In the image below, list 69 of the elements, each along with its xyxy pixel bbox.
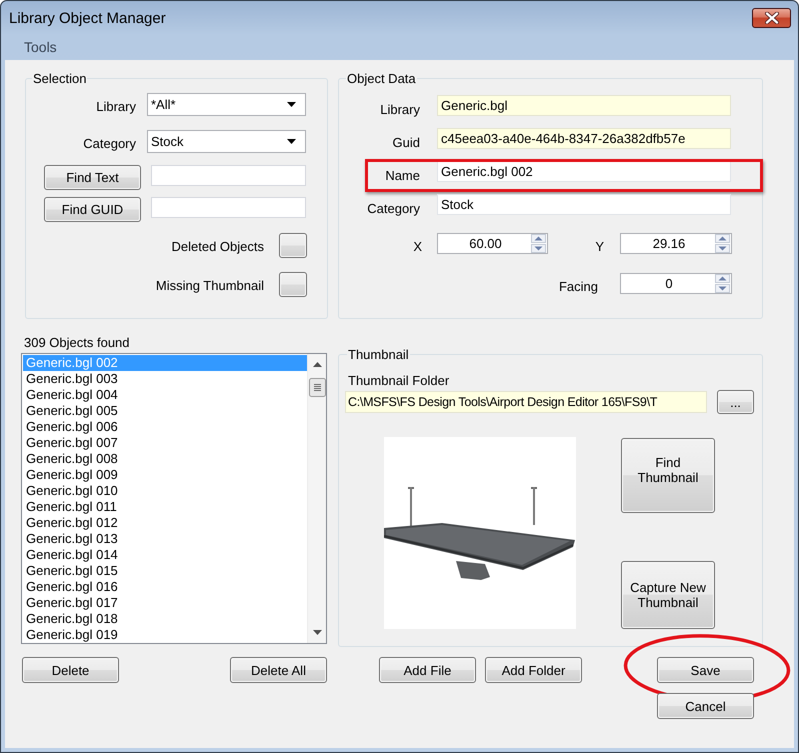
thumbnail-button[interactable]: Capture New Thumbnail [621, 561, 715, 629]
dropdown[interactable]: Stock [147, 130, 306, 153]
toggle-button[interactable] [279, 233, 307, 258]
caret-icon [287, 139, 296, 144]
result-count: 309 Objects found [23, 335, 131, 351]
list-item[interactable]: Generic.bgl 006 [23, 419, 307, 435]
text-field[interactable]: c45eea03-a40e-464b-8347-26a382dfb57e [437, 128, 731, 149]
list-item[interactable]: Generic.bgl 019 [23, 627, 307, 643]
text-field[interactable]: Generic.bgl [437, 95, 731, 116]
text-field[interactable]: Generic.bgl 002 [437, 161, 731, 182]
field-label: Category [82, 135, 136, 151]
scroll-down-arrow-icon[interactable] [312, 630, 322, 635]
list-item[interactable]: Generic.bgl 017 [23, 595, 307, 611]
browse-button[interactable]: ... [717, 390, 754, 414]
list-item[interactable]: Generic.bgl 009 [23, 467, 307, 483]
scrollbar-track[interactable] [307, 354, 326, 643]
close-icon [764, 12, 778, 24]
action-button[interactable]: Add Folder [485, 657, 582, 683]
scroll-up-arrow-icon[interactable] [312, 362, 322, 367]
field-label: Thumbnail Folder [347, 373, 450, 388]
group-title: Object Data [346, 71, 417, 86]
field-label: Library [95, 98, 136, 114]
field-label: Name [384, 167, 420, 183]
list-item[interactable]: Generic.bgl 003 [23, 371, 307, 387]
field-label: Category [366, 200, 420, 216]
list-item[interactable]: Generic.bgl 018 [23, 611, 307, 627]
option-label: Missing Thumbnail [156, 277, 264, 293]
action-button[interactable]: Save [657, 657, 754, 683]
option-label: Deleted Objects [172, 238, 264, 254]
window-title: Library Object Manager [9, 10, 166, 28]
number-spinner[interactable]: 60.00 [437, 233, 548, 254]
folder-path-field[interactable]: C:\MSFS\FS Design Tools\Airport Design Editor 165\FS9\T [345, 391, 707, 413]
object-list[interactable] [21, 353, 327, 644]
field-label: Y [594, 238, 604, 254]
text-input[interactable] [151, 197, 306, 218]
field-label: X [412, 238, 422, 254]
text-field[interactable]: Stock [437, 194, 731, 215]
list-action-button[interactable]: Delete [22, 657, 119, 683]
list-item[interactable]: Generic.bgl 011 [23, 499, 307, 515]
field-label: Library [379, 101, 420, 117]
list-item[interactable]: Generic.bgl 004 [23, 387, 307, 403]
list-item[interactable]: Generic.bgl 012 [23, 515, 307, 531]
list-item[interactable]: Generic.bgl 008 [23, 451, 307, 467]
toggle-button[interactable] [279, 272, 307, 297]
list-item[interactable]: Generic.bgl 005 [23, 403, 307, 419]
field-label: Facing [558, 278, 598, 294]
action-button[interactable]: Cancel [657, 693, 754, 719]
field-label: Guid [392, 134, 420, 150]
dropdown[interactable]: *All* [147, 93, 306, 116]
scrollbar-thumb[interactable] [308, 378, 326, 397]
thumbnail-button[interactable]: Find Thumbnail [621, 438, 715, 513]
list-item[interactable]: Generic.bgl 007 [23, 435, 307, 451]
text-input[interactable] [151, 165, 306, 186]
group-title: Selection [32, 71, 88, 86]
list-item[interactable]: Generic.bgl 010 [23, 483, 307, 499]
list-item[interactable]: Generic.bgl 014 [23, 547, 307, 563]
find-button[interactable]: Find Text [44, 165, 141, 190]
list-action-button[interactable]: Delete All [230, 657, 327, 683]
number-spinner[interactable]: 29.16 [620, 233, 732, 254]
list-item[interactable]: Generic.bgl 015 [23, 563, 307, 579]
find-button[interactable]: Find GUID [44, 197, 141, 222]
action-button[interactable]: Add File [379, 657, 476, 683]
close-button[interactable] [752, 8, 791, 28]
group-title: Thumbnail [347, 347, 410, 362]
list-item[interactable]: Generic.bgl 013 [23, 531, 307, 547]
number-spinner[interactable]: 0 [620, 273, 732, 294]
caret-icon [287, 102, 296, 107]
menu-item[interactable]: Tools [20, 39, 61, 56]
list-item[interactable]: Generic.bgl 016 [23, 579, 307, 595]
